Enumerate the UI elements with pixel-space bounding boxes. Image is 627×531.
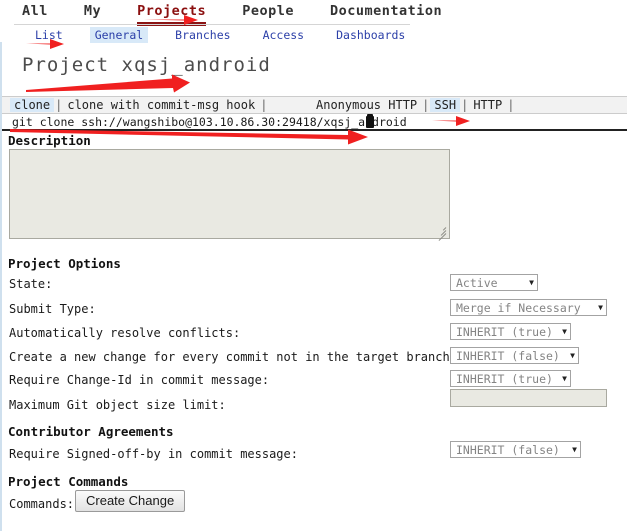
subtab-list[interactable]: List: [30, 27, 68, 43]
project-options-heading: Project Options: [8, 256, 121, 271]
require-signed-off-by-label: Require Signed-off-by in commit message:: [9, 447, 298, 461]
clone-separator: |: [260, 98, 268, 112]
top-nav-divider: [14, 24, 410, 25]
submit-type-label: Submit Type:: [9, 302, 96, 316]
page-title: Project xqsj_android: [22, 54, 271, 76]
clone-bar-right-links: Anonymous HTTP | SSH | HTTP |: [312, 98, 515, 112]
tab-projects[interactable]: Projects: [137, 3, 207, 26]
description-label: Description: [8, 133, 91, 148]
contributor-agreements-heading: Contributor Agreements: [8, 424, 174, 439]
tab-documentation[interactable]: Documentation: [330, 3, 442, 22]
project-commands-heading: Project Commands: [8, 474, 129, 489]
clone-command-row: git clone ssh://wangshibo@103.10.86.30:2…: [2, 114, 627, 131]
chevron-down-icon: ▼: [529, 278, 534, 287]
sub-navigation: List General Branches Access Dashboards: [0, 26, 627, 44]
tab-people[interactable]: People: [242, 3, 294, 22]
chevron-down-icon: ▼: [562, 374, 567, 383]
subtab-branches[interactable]: Branches: [170, 27, 235, 43]
submit-type-select[interactable]: Merge if Necessary ▼: [450, 299, 607, 316]
max-git-object-size-label: Maximum Git object size limit:: [9, 398, 226, 412]
clone-bar-left-links: clone | clone with commit-msg hook |: [10, 98, 268, 112]
auto-resolve-conflicts-select-value: INHERIT (true): [456, 324, 553, 339]
clone-separator: |: [55, 98, 63, 112]
tab-my[interactable]: My: [84, 3, 101, 22]
create-new-change-label: Create a new change for every commit not…: [9, 350, 457, 364]
ssh-link[interactable]: SSH: [430, 98, 461, 112]
anonymous-http-link[interactable]: Anonymous HTTP: [312, 98, 421, 112]
http-link[interactable]: HTTP: [469, 98, 506, 112]
subtab-access[interactable]: Access: [258, 27, 310, 43]
create-new-change-select[interactable]: INHERIT (false) ▼: [450, 347, 579, 364]
auto-resolve-conflicts-select[interactable]: INHERIT (true) ▼: [450, 323, 571, 340]
sub-nav-tab-list: List General Branches Access Dashboards: [30, 27, 432, 43]
require-change-id-label: Require Change-Id in commit message:: [9, 373, 270, 387]
description-textarea[interactable]: [9, 149, 450, 239]
auto-resolve-conflicts-label: Automatically resolve conflicts:: [9, 326, 241, 340]
clipboard-icon[interactable]: [366, 114, 374, 128]
clone-separator: |: [507, 98, 515, 112]
state-label: State:: [9, 277, 53, 291]
top-navigation: All My Projects People Documentation: [0, 0, 627, 26]
tab-all[interactable]: All: [22, 3, 48, 22]
submit-type-select-value: Merge if Necessary: [456, 300, 581, 315]
create-new-change-select-value: INHERIT (false): [456, 348, 560, 363]
chevron-down-icon: ▼: [598, 303, 603, 312]
require-change-id-select[interactable]: INHERIT (true) ▼: [450, 370, 571, 387]
clone-separator: |: [461, 98, 469, 112]
create-change-button[interactable]: Create Change: [75, 490, 186, 512]
chevron-down-icon: ▼: [562, 327, 567, 336]
clone-separator: |: [422, 98, 430, 112]
top-nav-tab-list: All My Projects People Documentation: [22, 3, 478, 26]
clone-link[interactable]: clone: [10, 98, 55, 112]
require-signed-off-by-select[interactable]: INHERIT (false) ▼: [450, 441, 581, 458]
chevron-down-icon: ▼: [572, 445, 577, 454]
subtab-dashboards[interactable]: Dashboards: [331, 27, 410, 43]
require-signed-off-by-select-value: INHERIT (false): [456, 442, 560, 457]
arrow-to-project-title: [26, 74, 190, 93]
clone-command-text[interactable]: git clone ssh://wangshibo@103.10.86.30:2…: [12, 115, 407, 129]
max-git-object-size-input[interactable]: [450, 389, 607, 407]
subtab-general[interactable]: General: [89, 27, 149, 43]
clone-link-bar: clone | clone with commit-msg hook | Ano…: [2, 96, 627, 114]
state-select[interactable]: Active ▼: [450, 274, 538, 291]
chevron-down-icon: ▼: [570, 351, 575, 360]
state-select-value: Active: [456, 275, 498, 290]
clone-with-commit-msg-hook-link[interactable]: clone with commit-msg hook: [63, 98, 259, 112]
commands-label: Commands:: [9, 497, 75, 511]
require-change-id-select-value: INHERIT (true): [456, 371, 553, 386]
